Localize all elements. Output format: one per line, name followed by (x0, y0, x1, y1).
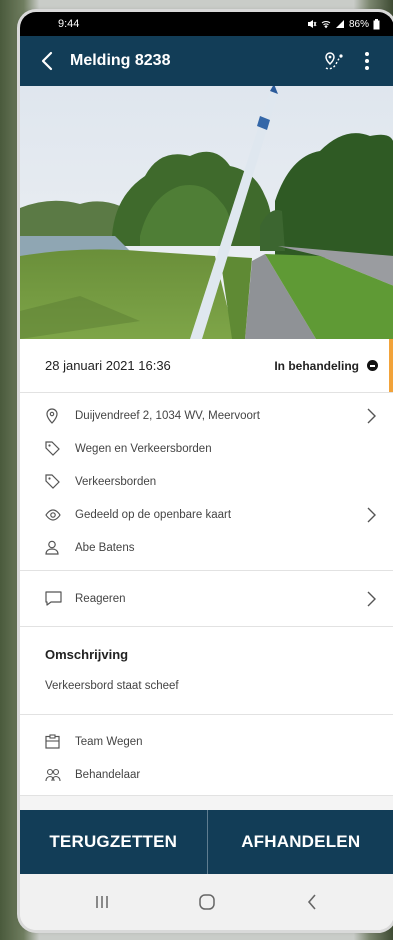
nav-back-icon (307, 894, 316, 910)
comment-icon (45, 591, 67, 606)
battery-icon (373, 18, 380, 29)
map-pin-route-icon (325, 52, 343, 70)
handler-icon (45, 768, 67, 782)
reset-button[interactable]: TERUGZETTEN (20, 810, 207, 874)
visibility-item[interactable]: Gedeeld op de openbare kaart (20, 498, 393, 531)
details-section: Duijvendreef 2, 1034 WV, Meervoort Wegen… (20, 393, 393, 571)
app-bar: Melding 8238 (20, 36, 393, 86)
home-button[interactable] (187, 882, 227, 922)
status-label: In behandeling (274, 358, 359, 373)
status-time: 9:44 (58, 18, 80, 30)
finish-button[interactable]: AFHANDELEN (208, 810, 393, 874)
nav-back-button[interactable] (292, 882, 332, 922)
team-text: Team Wegen (75, 735, 143, 748)
mute-icon (307, 20, 317, 28)
visibility-text: Gedeeld op de openbare kaart (75, 508, 232, 521)
category-item: Wegen en Verkeersborden (20, 432, 393, 465)
report-photo[interactable] (20, 86, 393, 339)
eye-icon (45, 508, 67, 521)
more-vert-icon (365, 52, 369, 70)
more-menu-button[interactable] (350, 41, 384, 81)
page-title: Melding 8238 (70, 52, 171, 69)
address-item[interactable]: Duijvendreef 2, 1034 WV, Meervoort (20, 399, 393, 432)
back-arrow-icon (41, 51, 53, 71)
system-nav-bar (20, 874, 393, 930)
description-title: Omschrijving (45, 647, 129, 662)
address-text: Duijvendreef 2, 1034 WV, Meervoort (75, 409, 260, 422)
status-color-strip (389, 339, 393, 392)
handler-item: Behandelaar (20, 758, 393, 791)
react-button[interactable]: Reageren (20, 571, 393, 627)
phone-frame: 9:44 86% Melding 8238 28 januari 2021 16… (20, 12, 393, 930)
description-text: Verkeersbord staat scheef (45, 680, 179, 692)
description-section: Omschrijving Verkeersbord staat scheef (20, 627, 393, 715)
recent-apps-button[interactable] (82, 882, 122, 922)
status-minus-icon (367, 360, 378, 371)
map-route-button[interactable] (316, 41, 350, 81)
subcategory-text: Verkeersborden (75, 475, 157, 488)
person-icon (45, 540, 67, 555)
clipboard-icon (45, 734, 67, 749)
react-label: Reageren (75, 592, 126, 605)
home-icon (199, 894, 215, 910)
chevron-right-icon (364, 408, 378, 424)
report-photo-image (20, 86, 393, 339)
action-buttons: TERUGZETTEN AFHANDELEN (20, 810, 393, 874)
report-meta-row: 28 januari 2021 16:36 In behandeling (20, 339, 393, 393)
tag-icon (45, 441, 67, 456)
status-badge[interactable]: In behandeling (274, 359, 378, 373)
status-bar: 9:44 86% (20, 12, 393, 36)
category-text: Wegen en Verkeersborden (75, 442, 212, 455)
report-date: 28 januari 2021 16:36 (45, 358, 171, 373)
handler-text: Behandelaar (75, 768, 141, 781)
tag-icon (45, 474, 67, 489)
reporter-name: Abe Batens (75, 541, 135, 554)
team-section: Team Wegen Behandelaar (20, 715, 393, 796)
team-item: Team Wegen (20, 725, 393, 758)
chevron-right-icon (364, 591, 378, 607)
reporter-item: Abe Batens (20, 531, 393, 564)
subcategory-item: Verkeersborden (20, 465, 393, 498)
status-icons: 86% (307, 18, 380, 30)
signal-icon (335, 20, 344, 28)
back-button[interactable] (30, 41, 64, 81)
location-pin-icon (45, 407, 67, 424)
chevron-right-icon (364, 507, 378, 523)
wifi-icon (321, 21, 331, 29)
battery-percent: 86% (348, 18, 369, 30)
recent-apps-icon (96, 896, 109, 908)
